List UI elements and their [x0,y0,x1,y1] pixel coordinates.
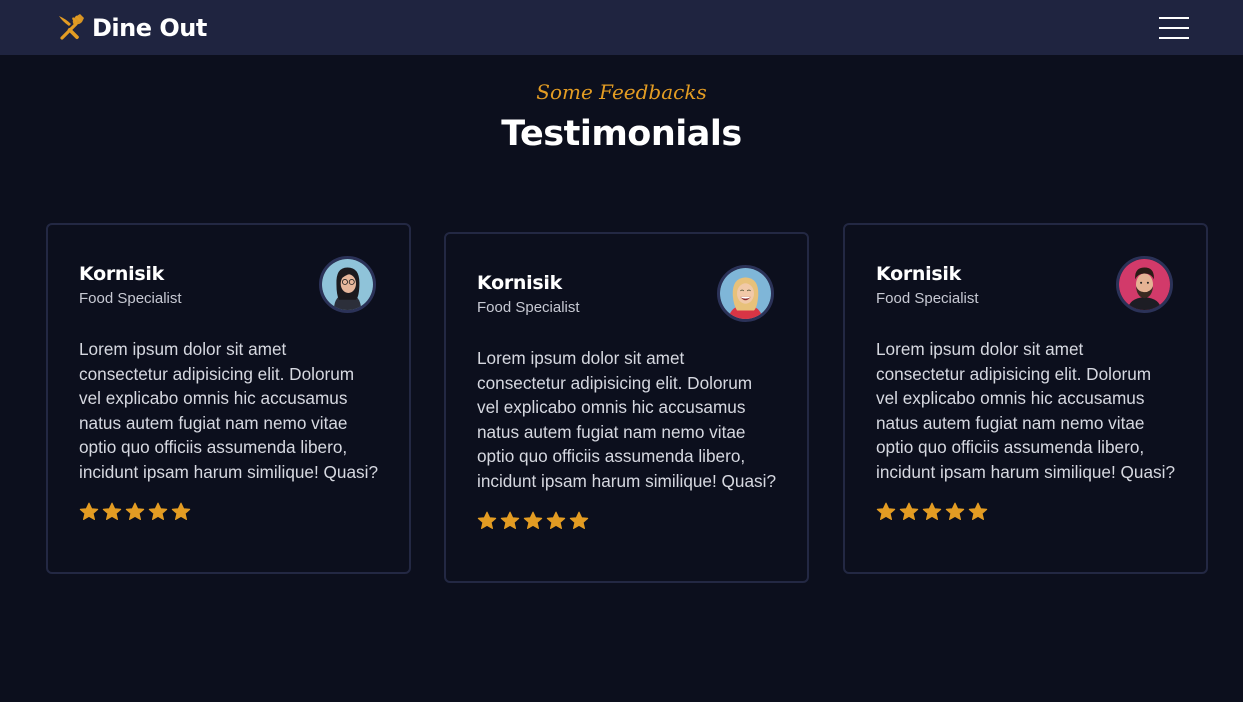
star-icon [79,502,99,520]
hamburger-menu-icon[interactable] [1159,16,1191,39]
testimonial-quote: Lorem ipsum dolor sit amet consectetur a… [477,348,777,491]
star-icon [102,502,122,520]
reviewer-role: Food Specialist [477,299,580,316]
card-header: Kornisik Food Specialist [477,265,777,346]
hamburger-line [1159,16,1189,19]
testimonial-quote: Lorem ipsum dolor sit amet consectetur a… [876,339,1176,482]
star-icon [125,502,145,520]
bearded-man-avatar [1116,256,1173,313]
card-header: Kornisik Food Specialist [79,256,379,337]
testimonial-card: Kornisik Food Specialist Lorem ipsum dol… [46,223,411,574]
star-icon [171,502,191,520]
star-icon [569,511,589,529]
hamburger-line [1159,36,1189,39]
woman-with-glasses-avatar [319,256,376,313]
reviewer-name: Kornisik [79,263,164,285]
section-subtitle: Some Feedbacks [536,80,707,104]
reviewer-name: Kornisik [477,272,562,294]
reviewer-info: Kornisik Food Specialist [477,272,580,316]
star-icon [500,511,520,529]
testimonial-quote: Lorem ipsum dolor sit amet consectetur a… [79,339,379,482]
laughing-woman-avatar [717,265,774,322]
hamburger-line [1159,26,1189,29]
star-icon [922,502,942,520]
testimonial-card: Kornisik Food Specialist Lorem ipsum dol… [444,232,809,583]
star-icon [148,502,168,520]
star-icon [945,502,965,520]
card-header: Kornisik Food Specialist [876,256,1176,337]
reviewer-name: Kornisik [876,263,961,285]
star-rating [79,502,379,522]
star-rating [876,502,1176,522]
section-title: Testimonials [501,114,742,154]
testimonial-card: Kornisik Food Specialist Lorem ipsum dol… [843,223,1208,574]
star-rating [477,511,777,531]
star-icon [477,511,497,529]
star-icon [968,502,988,520]
brand-name: Dine Out [92,13,207,42]
star-icon [876,502,896,520]
star-icon [546,511,566,529]
reviewer-info: Kornisik Food Specialist [79,263,182,307]
brand-logo[interactable]: Dine Out [56,13,207,43]
star-icon [523,511,543,529]
reviewer-role: Food Specialist [79,290,182,307]
fork-knife-icon [59,13,84,40]
navbar: Dine Out [0,0,1243,55]
star-icon [899,502,919,520]
reviewer-info: Kornisik Food Specialist [876,263,979,307]
reviewer-role: Food Specialist [876,290,979,307]
